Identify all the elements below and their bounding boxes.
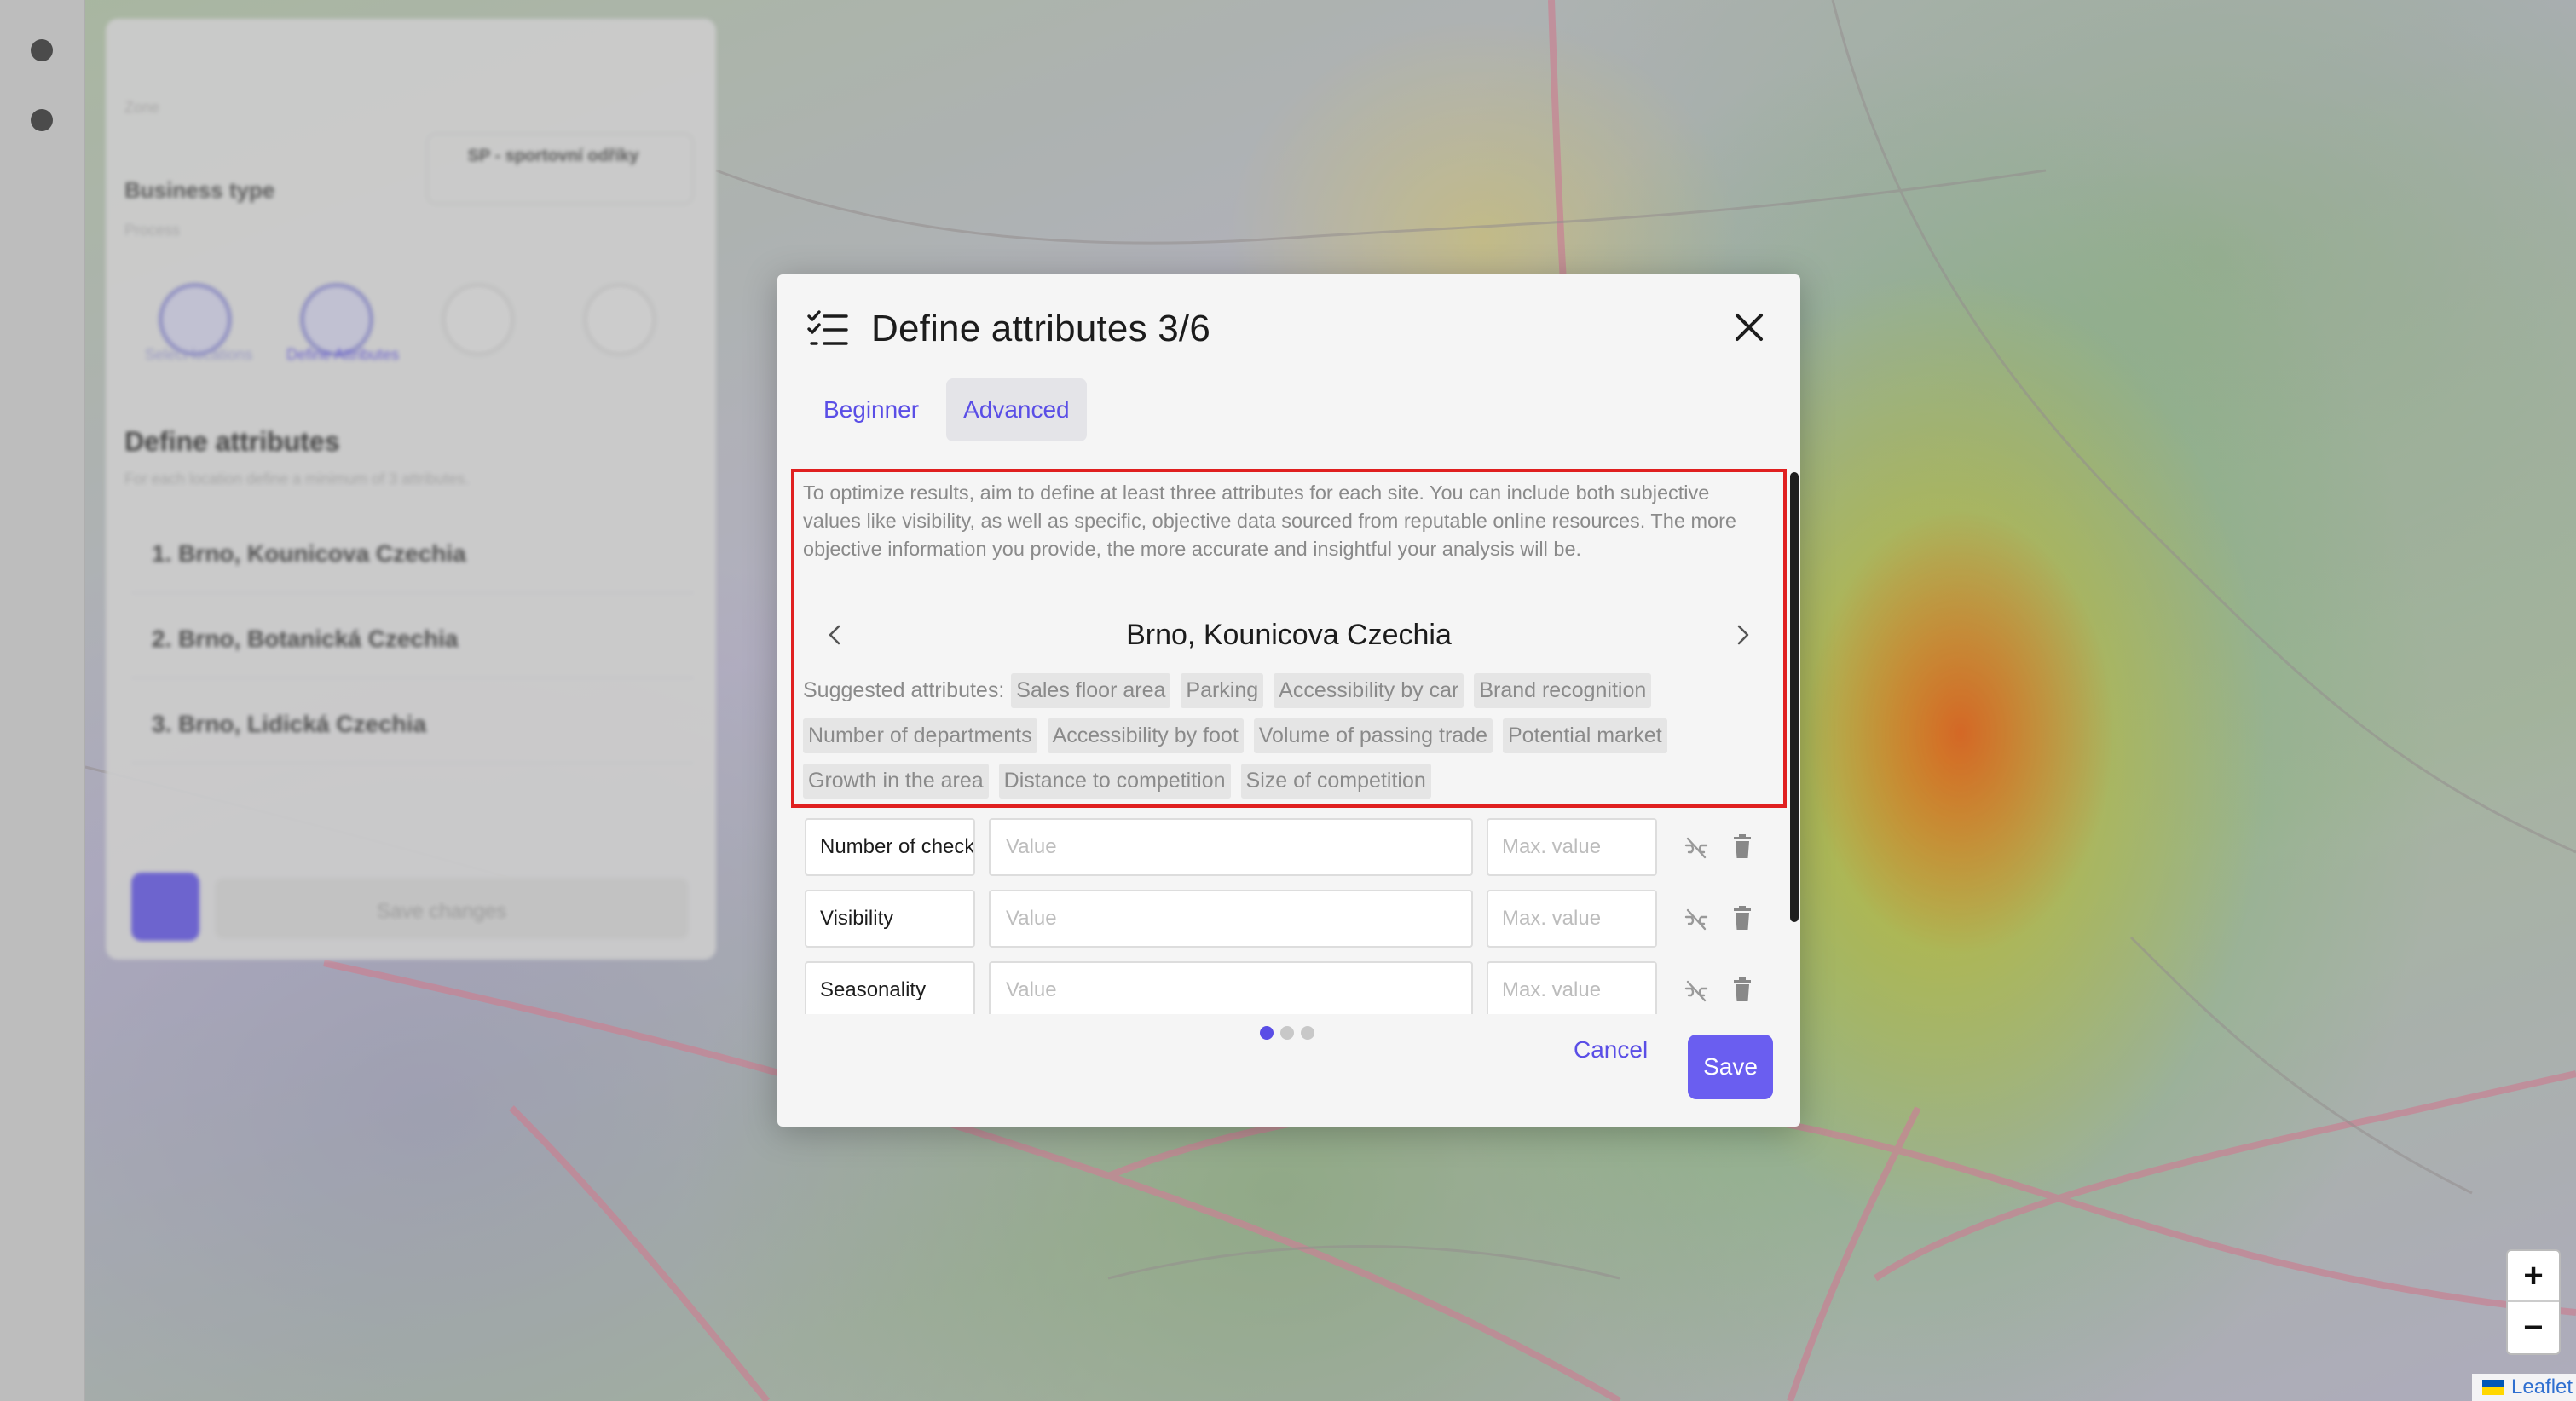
- map-attribution: Leaflet: [2472, 1374, 2576, 1401]
- suggested-chip[interactable]: Brand recognition: [1474, 673, 1652, 708]
- close-icon[interactable]: [1727, 305, 1771, 349]
- attribute-list[interactable]: Number of checkouts Value Max. value Vis…: [805, 818, 1763, 1014]
- pagination-dot[interactable]: [1260, 1026, 1274, 1040]
- save-button[interactable]: Save: [1688, 1035, 1773, 1099]
- attribute-value-input[interactable]: Value: [989, 890, 1473, 948]
- cancel-button[interactable]: Cancel: [1574, 1036, 1648, 1064]
- site-name: Brno, Kounicova Czechia: [1126, 619, 1452, 651]
- unlink-icon[interactable]: [1683, 977, 1710, 1004]
- attribute-max-input[interactable]: Max. value: [1487, 818, 1657, 876]
- attribute-name-input[interactable]: Number of checkouts: [805, 818, 975, 876]
- suggested-chip[interactable]: Distance to competition: [998, 764, 1231, 799]
- suggested-attributes: Suggested attributes: Sales floor area P…: [803, 673, 1758, 799]
- ukraine-flag-icon: [2482, 1380, 2504, 1395]
- define-attributes-modal: Define attributes 3/6 Beginner Advanced …: [777, 274, 1800, 1127]
- suggested-chip[interactable]: Potential market: [1503, 718, 1667, 753]
- zoom-in-button[interactable]: +: [2508, 1251, 2559, 1302]
- modal-title: Define attributes 3/6: [871, 308, 1210, 349]
- trash-icon[interactable]: [1730, 905, 1754, 932]
- suggested-chip[interactable]: Volume of passing trade: [1253, 718, 1493, 753]
- attribute-max-input[interactable]: Max. value: [1487, 961, 1657, 1014]
- leaflet-link[interactable]: Leaflet: [2511, 1375, 2573, 1399]
- suggested-chip[interactable]: Accessibility by foot: [1047, 718, 1244, 753]
- pagination-dot[interactable]: [1280, 1026, 1294, 1040]
- modal-scrollbar[interactable]: [1790, 472, 1799, 922]
- tab-advanced[interactable]: Advanced: [946, 378, 1087, 441]
- unlink-icon[interactable]: [1683, 905, 1710, 932]
- chevron-right-icon[interactable]: [1727, 619, 1759, 651]
- zoom-out-button[interactable]: −: [2508, 1302, 2559, 1353]
- suggested-chip[interactable]: Number of departments: [803, 718, 1037, 753]
- pagination-dots: [1260, 1026, 1314, 1040]
- attribute-row: Number of checkouts Value Max. value: [805, 818, 1763, 876]
- suggested-chip[interactable]: Sales floor area: [1011, 673, 1171, 708]
- suggested-label: Suggested attributes:: [803, 678, 1005, 702]
- tab-beginner[interactable]: Beginner: [806, 378, 936, 441]
- modal-header: Define attributes 3/6: [806, 303, 1210, 355]
- suggested-chip[interactable]: Size of competition: [1240, 764, 1431, 799]
- attribute-value-input[interactable]: Value: [989, 818, 1473, 876]
- trash-icon[interactable]: [1730, 977, 1754, 1004]
- attribute-max-input[interactable]: Max. value: [1487, 890, 1657, 948]
- attribute-name-input[interactable]: Visibility: [805, 890, 975, 948]
- unlink-icon[interactable]: [1683, 833, 1710, 861]
- mode-tabs: Beginner Advanced: [806, 378, 1087, 441]
- checklist-icon: [807, 310, 848, 345]
- attribute-row: Seasonality Value Max. value: [805, 961, 1763, 1014]
- info-text: To optimize results, aim to define at le…: [803, 481, 1736, 560]
- suggested-chip[interactable]: Parking: [1181, 673, 1264, 708]
- suggested-chip[interactable]: Accessibility by car: [1274, 673, 1464, 708]
- attribute-name-input[interactable]: Seasonality: [805, 961, 975, 1014]
- site-navigator: Brno, Kounicova Czechia: [806, 607, 1771, 663]
- suggested-chip[interactable]: Growth in the area: [803, 764, 989, 799]
- trash-icon[interactable]: [1730, 833, 1754, 861]
- attribute-row: Visibility Value Max. value: [805, 890, 1763, 948]
- pagination-dot[interactable]: [1301, 1026, 1314, 1040]
- attribute-value-input[interactable]: Value: [989, 961, 1473, 1014]
- zoom-control: + −: [2506, 1249, 2561, 1355]
